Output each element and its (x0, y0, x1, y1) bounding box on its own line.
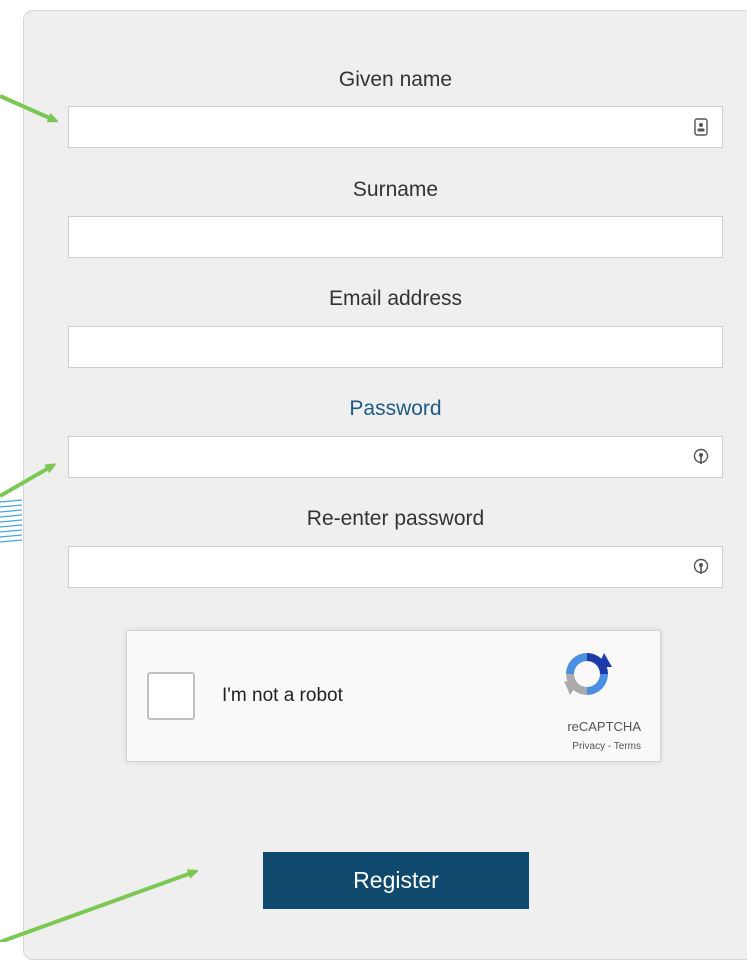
surname-field[interactable] (68, 216, 723, 258)
password-key-icon[interactable] (692, 558, 710, 576)
recaptcha-widget: I'm not a robot reCAPTCHA Privacy - Term… (126, 630, 661, 762)
password-input[interactable] (69, 437, 679, 475)
email-field[interactable] (68, 326, 723, 368)
reenter-password-input[interactable] (69, 547, 679, 585)
given-name-label: Given name (338, 68, 453, 91)
background-stripes-decoration (0, 499, 22, 543)
recaptcha-label: I'm not a robot (222, 685, 343, 706)
password-label: Password (349, 397, 442, 420)
surname-input[interactable] (69, 217, 679, 255)
password-key-icon[interactable] (692, 448, 710, 466)
reenter-password-field[interactable] (68, 546, 723, 588)
given-name-input[interactable] (69, 107, 679, 145)
surname-label: Surname (352, 178, 439, 201)
password-field[interactable] (68, 436, 723, 478)
email-label: Email address (328, 287, 463, 310)
reenter-password-label: Re-enter password (306, 507, 485, 530)
email-input[interactable] (69, 327, 679, 365)
registration-panel (23, 10, 747, 960)
recaptcha-logo-icon (564, 653, 612, 695)
recaptcha-checkbox[interactable] (147, 672, 195, 720)
contact-card-icon[interactable] (692, 118, 710, 136)
register-button[interactable]: Register (263, 852, 529, 909)
given-name-field[interactable] (68, 106, 723, 148)
recaptcha-brand: reCAPTCHA (567, 719, 641, 734)
recaptcha-privacy-terms-link[interactable]: Privacy - Terms (572, 741, 641, 752)
